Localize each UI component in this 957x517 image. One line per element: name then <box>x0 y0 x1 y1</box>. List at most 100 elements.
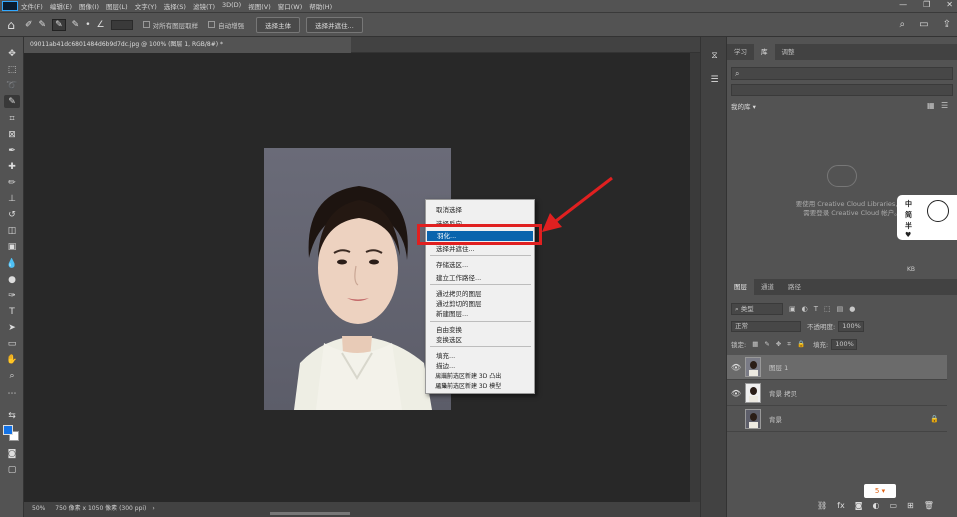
dodge-tool-icon[interactable]: ● <box>4 273 20 286</box>
healing-brush-tool-icon[interactable]: ✚ <box>4 160 20 173</box>
menu-item-new-layer[interactable]: 新建图层... <box>436 308 468 318</box>
tab-channels[interactable]: 通道 <box>754 279 781 295</box>
angle-input[interactable] <box>110 19 133 30</box>
quick-mask-icon[interactable]: ◙ <box>4 447 20 460</box>
crop-tool-icon[interactable]: ⌗ <box>4 112 20 125</box>
menu-window[interactable]: 窗口(W) <box>278 1 303 11</box>
pen-tool-icon[interactable]: ✑ <box>4 289 20 302</box>
menu-item-free-transform[interactable]: 自由变换 <box>436 324 462 334</box>
lock-paint-icon[interactable]: ✎ <box>764 340 769 348</box>
history-brush-tool-icon[interactable]: ↺ <box>4 208 20 221</box>
share-icon[interactable]: ⇪ <box>943 19 951 30</box>
foreground-color-swatch[interactable] <box>3 425 13 435</box>
menu-edit[interactable]: 编辑(E) <box>50 1 72 11</box>
delete-layer-icon[interactable]: 🗑 <box>924 501 934 510</box>
menu-item-save-selection[interactable]: 存储选区... <box>436 259 468 269</box>
lock-pixels-icon[interactable]: ▦ <box>752 340 758 348</box>
auto-enhance-checkbox[interactable]: 自动增强 <box>208 20 244 30</box>
my-library-dropdown[interactable]: 我的库 ▾ <box>731 101 756 111</box>
layer-style-icon[interactable]: fx <box>837 501 845 510</box>
image-filter-icon[interactable]: ▣ <box>789 305 796 313</box>
history-icon[interactable]: ⧖ <box>708 51 721 64</box>
screen-mode-icon[interactable]: ▢ <box>4 463 20 476</box>
blur-tool-icon[interactable]: 💧 <box>4 257 20 270</box>
visibility-eye-icon[interactable]: 👁 <box>727 389 745 398</box>
menu-filter[interactable]: 滤镜(T) <box>193 1 215 11</box>
quick-selection-tool-preset-icon[interactable]: ✐ <box>25 20 33 30</box>
smart-object-filter-icon[interactable]: ▤ <box>837 305 844 313</box>
angle-icon[interactable]: ∠ <box>97 20 105 30</box>
portrait-photo[interactable] <box>264 148 451 410</box>
lock-artboard-icon[interactable]: ⌗ <box>787 340 791 349</box>
side-widget[interactable]: 中 简 半 ♥ <box>897 195 957 240</box>
link-layers-icon[interactable]: ⛓ <box>817 501 827 510</box>
adjustment-layer-icon[interactable]: ◐ <box>872 501 879 510</box>
path-selection-tool-icon[interactable]: ➤ <box>4 321 20 334</box>
lasso-tool-icon[interactable]: ➰ <box>4 79 20 92</box>
menu-item-fill[interactable]: 填充... <box>436 350 455 360</box>
status-arrow-icon[interactable]: › <box>152 505 154 512</box>
tab-layers[interactable]: 图层 <box>727 279 754 295</box>
clone-stamp-tool-icon[interactable]: ⊥ <box>4 192 20 205</box>
menu-image[interactable]: 图像(I) <box>79 1 99 11</box>
tab-paths[interactable]: 路径 <box>781 279 808 295</box>
grid-view-icon[interactable]: ▦ <box>927 101 935 110</box>
eraser-tool-icon[interactable]: ◫ <box>4 224 20 237</box>
menu-item-3d-extrusion[interactable]: 从当前选区新建 3D 凸出 <box>435 371 501 380</box>
shape-filter-icon[interactable]: ⬚ <box>824 305 831 313</box>
layer-kind-filter[interactable]: ⌕ 类型 <box>731 303 783 315</box>
select-subject-button[interactable]: 选择主体 <box>256 16 301 33</box>
library-dropdown[interactable] <box>731 84 953 96</box>
sohu-badge[interactable]: 5 ▾ <box>864 484 896 498</box>
zoom-level[interactable]: 50% <box>32 505 45 512</box>
menu-type[interactable]: 文字(Y) <box>135 1 157 11</box>
hand-tool-icon[interactable]: ✋ <box>4 353 20 366</box>
lock-all-icon[interactable]: 🔒 <box>797 340 805 348</box>
layer-row-background-copy[interactable]: 👁 背景 拷贝 <box>727 381 947 406</box>
menu-item-make-work-path[interactable]: 建立工作路径... <box>436 272 481 282</box>
search-icon[interactable]: ⌕ <box>900 19 906 30</box>
move-tool-icon[interactable]: ✥ <box>4 47 20 60</box>
workspace-icon[interactable]: ▭ <box>919 19 928 30</box>
tab-learn[interactable]: 学习 <box>727 44 754 60</box>
lock-icon[interactable]: 🔒 <box>930 415 939 423</box>
menu-item-layer-via-copy[interactable]: 通过拷贝的图层 <box>436 288 482 298</box>
menu-view[interactable]: 视图(V) <box>248 1 271 11</box>
menu-select[interactable]: 选择(S) <box>164 1 186 11</box>
new-selection-icon[interactable]: ✎ <box>39 20 47 30</box>
brush-tool-icon[interactable]: ✏ <box>4 176 20 189</box>
menu-item-deselect[interactable]: 取消选择 <box>436 204 462 214</box>
menu-file[interactable]: 文件(F) <box>21 1 43 11</box>
layer-row-layer1[interactable]: 👁 图层 1 <box>727 355 947 380</box>
quick-selection-tool-icon[interactable]: ✎ <box>4 95 20 108</box>
library-search-input[interactable]: ⌕ <box>731 67 953 80</box>
filter-toggle-icon[interactable]: ● <box>849 305 855 313</box>
select-and-mask-button[interactable]: 选择并遮住... <box>306 16 363 33</box>
eyedropper-tool-icon[interactable]: ✒ <box>4 144 20 157</box>
group-icon[interactable]: ▭ <box>889 501 897 510</box>
properties-icon[interactable]: ☰ <box>708 75 721 88</box>
rectangle-tool-icon[interactable]: ▭ <box>4 337 20 350</box>
vertical-scrollbar[interactable] <box>690 53 700 502</box>
sample-all-layers-checkbox[interactable]: 对所有图层取样 <box>142 20 198 30</box>
adjustment-filter-icon[interactable]: ◐ <box>802 305 808 313</box>
menu-3d[interactable]: 3D(D) <box>222 1 241 11</box>
minimize-button[interactable]: — <box>899 0 907 9</box>
menu-layer[interactable]: 图层(L) <box>106 1 128 11</box>
menu-help[interactable]: 帮助(H) <box>309 1 332 11</box>
opacity-input[interactable]: 100% <box>838 320 865 332</box>
document-tab[interactable]: 09011ab41dc6801484d6b9d7dc.jpg @ 100% (图… <box>24 37 351 53</box>
more-tools-icon[interactable]: ⋯ <box>4 387 20 400</box>
menu-item-layer-via-cut[interactable]: 通过剪切的图层 <box>436 298 482 308</box>
list-view-icon[interactable]: ☰ <box>941 101 948 110</box>
marquee-tool-icon[interactable]: ⬚ <box>4 63 20 76</box>
horizontal-scrollbar[interactable] <box>270 512 350 515</box>
menu-item-stroke[interactable]: 描边... <box>436 360 455 370</box>
menu-item-3d-model[interactable]: 从当前选区新建 3D 模型 <box>435 381 501 390</box>
new-layer-icon[interactable]: ⊞ <box>907 501 914 510</box>
lock-position-icon[interactable]: ✥ <box>776 340 781 348</box>
tab-adjustments[interactable]: 调整 <box>775 44 802 60</box>
frame-tool-icon[interactable]: ⊠ <box>4 128 20 141</box>
tab-libraries[interactable]: 库 <box>754 44 775 60</box>
home-icon[interactable]: ⌂ <box>0 18 22 32</box>
